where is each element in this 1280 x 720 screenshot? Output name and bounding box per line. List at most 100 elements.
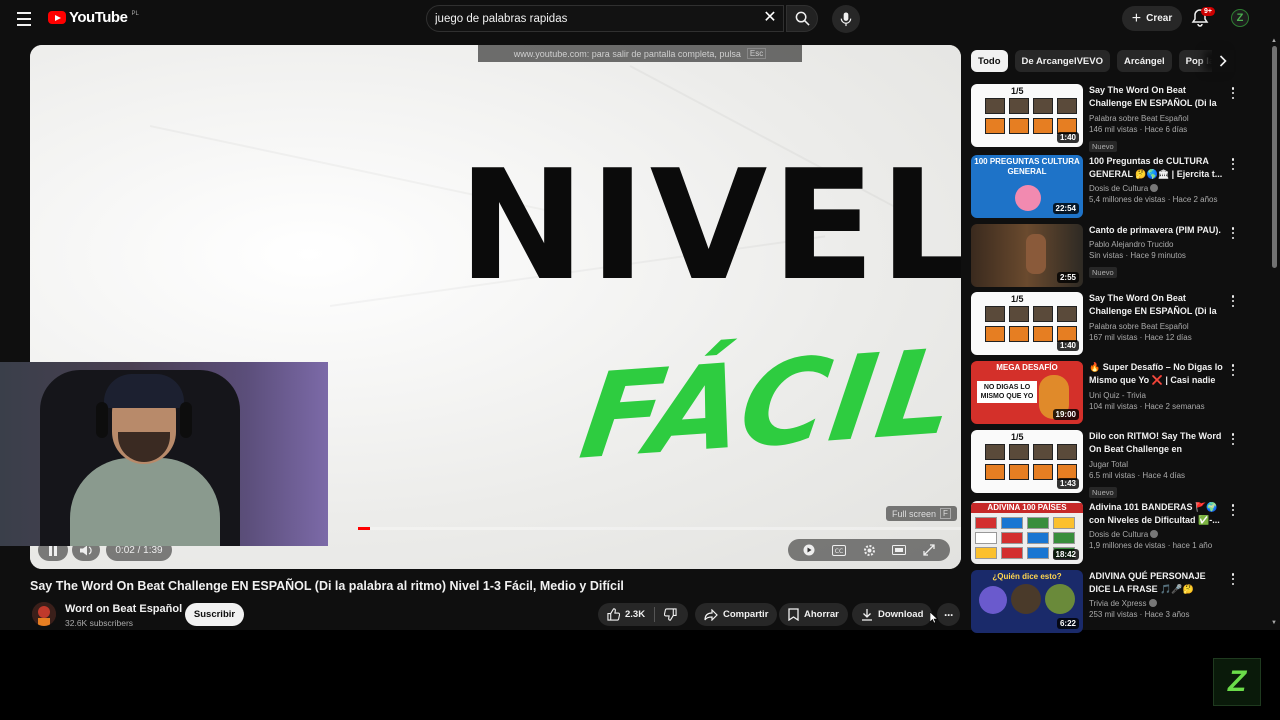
more-options-icon[interactable] [1229, 504, 1237, 516]
scroll-up-icon[interactable]: ▲ [1271, 38, 1277, 44]
recommendation-item[interactable]: 100 PREGUNTAS CULTURA GENERAL 22:54 100 Pr… [971, 155, 1251, 219]
video-thumbnail[interactable]: MEGA DESAFÍO NO DIGAS LO MISMO QUE YO 19:0… [971, 361, 1083, 424]
thumbnail-subtext: NO DIGAS LO MISMO QUE YO [977, 381, 1037, 403]
video-title[interactable]: ADIVINA QUÉ PERSONAJE DICE LA FRASE 🎵🎤🤔 [1089, 570, 1224, 596]
video-info: Say The Word On Beat Challenge EN ESPAÑO… [1089, 292, 1224, 344]
video-thumbnail[interactable]: ADIVINA 100 PAÍSES 18:42 [971, 501, 1083, 564]
more-horizontal-icon: ··· [944, 607, 954, 622]
video-thumbnail[interactable]: 1/5 1:43 [971, 430, 1083, 493]
video-info: ADIVINA QUÉ PERSONAJE DICE LA FRASE 🎵🎤🤔 T… [1089, 570, 1224, 621]
channel-name[interactable]: Word on Beat Español [65, 603, 182, 615]
recommendation-item[interactable]: 1/5 1:40 Say The Word On Beat Challenge EN… [971, 84, 1251, 152]
recommendation-item[interactable]: ¿Quién dice esto? 6:22 ADIVINA QUÉ PERSONA… [971, 570, 1251, 634]
channel-name[interactable]: Trivia de Xpress [1089, 598, 1224, 609]
headset-left [96, 402, 108, 438]
chip-arcangel[interactable]: Arcángel [1117, 50, 1172, 72]
voice-search-button[interactable] [832, 5, 860, 33]
create-button[interactable]: + Crear [1122, 6, 1182, 31]
create-label: Crear [1146, 13, 1173, 24]
scrollbar-thumb[interactable] [1272, 46, 1277, 268]
notification-badge: 9+ [1201, 7, 1215, 16]
recommendation-item[interactable]: 1/5 1:40 Say The Word On Beat Challenge EN… [971, 292, 1251, 356]
search-input[interactable] [435, 12, 755, 25]
video-title[interactable]: 🔥 Super Desafío – No Digas lo Mismo que … [1089, 361, 1224, 388]
video-title[interactable]: Say The Word On Beat Challenge EN ESPAÑO… [1089, 292, 1224, 319]
search-button[interactable] [786, 5, 818, 32]
video-title[interactable]: Dilo con RITMO! Say The Word On Beat Cha… [1089, 430, 1224, 457]
plus-icon: + [1131, 9, 1142, 27]
download-button[interactable]: Download [852, 603, 933, 626]
menu-icon[interactable] [12, 8, 36, 30]
more-options-icon[interactable] [1229, 573, 1237, 585]
channel-avatar-image [32, 602, 56, 626]
exit-fullscreen-button[interactable] [920, 543, 938, 557]
verified-icon [1150, 184, 1159, 192]
channel-name[interactable]: Palabra sobre Beat Español [1089, 321, 1224, 332]
more-options-icon[interactable] [1229, 364, 1237, 376]
video-thumbnail[interactable]: 1/5 1:40 [971, 292, 1083, 355]
channel-name[interactable]: Dosis de Cultura [1089, 183, 1224, 194]
mouse-cursor-icon [930, 612, 938, 624]
video-title[interactable]: 100 Preguntas de CULTURA GENERAL 🤔🌎🏛 | E… [1089, 155, 1224, 181]
video-title[interactable]: Adivina 101 BANDERAS 🚩🌍 con Niveles de D… [1089, 501, 1224, 527]
more-actions-button[interactable]: ··· [937, 603, 960, 626]
progress-bar[interactable] [358, 527, 961, 530]
save-button[interactable]: Ahorrar [779, 603, 848, 626]
settings-button[interactable] [860, 543, 878, 557]
autoplay-toggle[interactable] [800, 543, 818, 557]
chevron-right-icon [1219, 55, 1227, 67]
recommendation-item[interactable]: MEGA DESAFÍO NO DIGAS LO MISMO QUE YO 19:0… [971, 361, 1251, 425]
channel-name[interactable]: Palabra sobre Beat Español [1089, 113, 1224, 124]
youtube-logo[interactable]: YouTube PL [48, 9, 139, 26]
recommendation-item[interactable]: 1/5 1:43 Dilo con RITMO! Say The Word On B… [971, 430, 1251, 498]
progress-fill [358, 527, 371, 530]
channel-avatar[interactable] [32, 602, 56, 626]
recommendation-item[interactable]: 2:55 Canto de primavera (PIM PAU). Pablo A… [971, 224, 1251, 288]
channel-name[interactable]: Pablo Alejandro Trucido [1089, 239, 1224, 250]
clear-search-icon[interactable]: ✕ [762, 10, 778, 26]
more-options-icon[interactable] [1229, 433, 1237, 445]
like-button[interactable]: 2.3K [598, 607, 656, 622]
more-options-icon[interactable] [1229, 295, 1237, 307]
account-avatar[interactable]: Z [1231, 9, 1249, 27]
video-title[interactable]: Canto de primavera (PIM PAU). [1089, 224, 1224, 237]
search-box[interactable] [426, 5, 784, 32]
channel-name[interactable]: Uni Quiz - Trivia [1089, 390, 1224, 401]
video-meta: 167 mil vistas · Hace 12 días [1089, 333, 1192, 342]
theater-mode-button[interactable] [890, 543, 908, 557]
more-options-icon[interactable] [1229, 158, 1237, 170]
share-button[interactable]: Compartir [695, 603, 778, 626]
subtitles-button[interactable]: CC [830, 543, 848, 557]
video-meta: Sin vistas · Hace 9 minutos [1089, 251, 1186, 260]
scroll-down-icon[interactable]: ▼ [1271, 620, 1277, 626]
video-thumbnail[interactable]: 1/5 1:40 [971, 84, 1083, 147]
chips-next-button[interactable] [1212, 50, 1234, 72]
channel-name[interactable]: Dosis de Cultura [1089, 529, 1224, 540]
new-badge: Nuevo [1089, 141, 1117, 152]
streamer-cap [104, 374, 184, 408]
gear-icon [863, 544, 875, 556]
thumbnail-text: ¿Quién dice esto? [992, 572, 1062, 581]
video-thumbnail[interactable]: 2:55 [971, 224, 1083, 287]
streamer-body [70, 458, 220, 546]
dislike-button[interactable] [655, 608, 686, 621]
recommendation-item[interactable]: ADIVINA 100 PAÍSES 18:42 Adivina 101 BANDE… [971, 501, 1251, 565]
video-duration: 18:42 [1052, 549, 1079, 560]
video-thumbnail[interactable]: ¿Quién dice esto? 6:22 [971, 570, 1083, 633]
logo-text: YouTube [69, 9, 128, 26]
overlay-text-nivel: NIVEL [458, 137, 961, 314]
thumbnail-text: ADIVINA 100 PAÍSES [971, 503, 1083, 513]
video-duration: 6:22 [1056, 618, 1079, 629]
more-options-icon[interactable] [1229, 227, 1237, 239]
autoplay-icon [803, 544, 815, 556]
video-duration: 1:43 [1056, 478, 1079, 489]
subscribe-button[interactable]: Suscribir [185, 603, 244, 626]
chip-todo[interactable]: Todo [971, 50, 1008, 72]
video-title[interactable]: Say The Word On Beat Challenge EN ESPAÑO… [1089, 84, 1224, 111]
video-thumbnail[interactable]: 100 PREGUNTAS CULTURA GENERAL 22:54 [971, 155, 1083, 218]
channel-name[interactable]: Jugar Total [1089, 459, 1224, 470]
more-options-icon[interactable] [1229, 87, 1237, 99]
chip-arcangelvevo[interactable]: De ArcangelVEVO [1014, 50, 1110, 72]
video-meta: 6.5 mil vistas · Hace 4 días [1089, 471, 1186, 480]
share-icon [704, 608, 718, 621]
